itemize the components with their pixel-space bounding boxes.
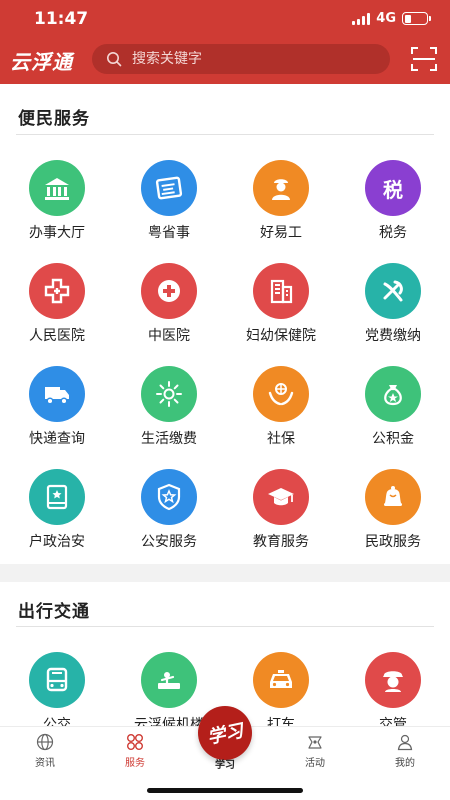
activity-icon xyxy=(308,736,322,749)
service-item-government-hall[interactable]: 办事大厅 xyxy=(1,160,113,250)
service-label: 快递查询 xyxy=(29,431,85,447)
tax-icon: 税 xyxy=(365,160,421,216)
service-item-hospital-building[interactable]: 妇幼保健院 xyxy=(225,263,337,353)
police-shield-icon xyxy=(141,469,197,525)
battery-icon xyxy=(402,12,431,25)
scan-icon[interactable] xyxy=(410,46,438,72)
nav-label-profile: 我的 xyxy=(395,758,415,769)
section-separator xyxy=(0,564,450,582)
service-label: 生活缴费 xyxy=(141,431,197,447)
delivery-truck-icon xyxy=(29,366,85,422)
sun-icon xyxy=(141,366,197,422)
service-item-id-bookmark[interactable]: 户政治安 xyxy=(1,469,113,559)
nav-label-services: 服务 xyxy=(125,758,145,769)
status-time: 11:47 xyxy=(34,9,89,29)
service-label: 公积金 xyxy=(372,431,414,447)
service-label: 中医院 xyxy=(148,328,190,344)
signal-icon xyxy=(352,12,371,25)
status-indicators: 4G xyxy=(352,11,431,26)
id-bookmark-icon xyxy=(29,469,85,525)
service-item-sun[interactable]: 生活缴费 xyxy=(113,366,225,456)
section-title-transport: 出行交通 xyxy=(18,602,90,622)
service-label: 民政服务 xyxy=(365,534,421,550)
tax-glyph: 税 xyxy=(383,177,403,202)
service-label: 税务 xyxy=(379,225,407,241)
user-icon xyxy=(397,734,413,751)
yueshengshi-icon xyxy=(141,160,197,216)
service-item-delivery-truck[interactable]: 快递查询 xyxy=(1,366,113,456)
nav-item-profile[interactable]: 我的 xyxy=(360,733,450,773)
search-input[interactable] xyxy=(132,51,352,67)
study-button[interactable]: 学习 xyxy=(198,706,252,760)
search-bar[interactable] xyxy=(92,44,390,74)
service-label: 教育服务 xyxy=(253,534,309,550)
bell-icon xyxy=(365,469,421,525)
section-divider xyxy=(16,626,434,627)
service-label: 户政治安 xyxy=(29,534,85,550)
service-label: 社保 xyxy=(267,431,295,447)
service-item-bell[interactable]: 民政服务 xyxy=(337,469,449,559)
globe-icon xyxy=(36,733,54,751)
section-title-convenience: 便民服务 xyxy=(18,109,90,129)
bus-icon xyxy=(29,652,85,708)
service-item-yueshengshi[interactable]: 粤省事 xyxy=(113,160,225,250)
services-icon xyxy=(127,734,143,750)
graduation-cap-icon xyxy=(253,469,309,525)
section-divider xyxy=(16,134,434,135)
service-label: 党费缴纳 xyxy=(365,328,421,344)
network-type: 4G xyxy=(376,11,396,26)
party-emblem-icon xyxy=(365,263,421,319)
service-item-graduation-cap[interactable]: 教育服务 xyxy=(225,469,337,559)
service-label: 粤省事 xyxy=(148,225,190,241)
service-item-hands-globe[interactable]: 社保 xyxy=(225,366,337,456)
service-label: 公安服务 xyxy=(141,534,197,550)
service-label: 人民医院 xyxy=(29,328,85,344)
nav-label-study: 学习 xyxy=(215,760,235,771)
service-label: 办事大厅 xyxy=(29,225,85,241)
app-title: 云浮通 xyxy=(10,50,73,74)
government-hall-icon xyxy=(29,160,85,216)
home-indicator xyxy=(147,788,303,793)
taxi-icon xyxy=(253,652,309,708)
medical-cross-icon xyxy=(141,263,197,319)
service-label: 好易工 xyxy=(260,225,302,241)
service-item-hospital-cross[interactable]: 人民医院 xyxy=(1,263,113,353)
hospital-building-icon xyxy=(253,263,309,319)
service-item-worker[interactable]: 好易工 xyxy=(225,160,337,250)
service-item-money-bag[interactable]: 公积金 xyxy=(337,366,449,456)
traffic-police-icon xyxy=(365,652,421,708)
hands-globe-icon xyxy=(253,366,309,422)
nav-item-services[interactable]: 服务 xyxy=(90,733,180,773)
airport-icon xyxy=(141,652,197,708)
app-bar: 云浮通 xyxy=(0,40,450,80)
service-item-tax[interactable]: 税税务 xyxy=(337,160,449,250)
service-item-medical-cross[interactable]: 中医院 xyxy=(113,263,225,353)
study-badge-text: 学习 xyxy=(205,720,246,749)
nav-item-activity[interactable]: 活动 xyxy=(270,733,360,773)
nav-item-news[interactable]: 资讯 xyxy=(0,733,90,773)
worker-icon xyxy=(253,160,309,216)
search-icon xyxy=(107,52,122,67)
money-bag-icon xyxy=(365,366,421,422)
app-header: 11:47 4G 云浮通 xyxy=(0,0,450,84)
service-item-party-emblem[interactable]: 党费缴纳 xyxy=(337,263,449,353)
nav-label-news: 资讯 xyxy=(35,758,55,769)
service-label: 妇幼保健院 xyxy=(246,328,316,344)
status-bar: 11:47 4G xyxy=(0,0,450,36)
service-item-police-shield[interactable]: 公安服务 xyxy=(113,469,225,559)
nav-label-activity: 活动 xyxy=(305,758,325,769)
hospital-cross-icon xyxy=(29,263,85,319)
